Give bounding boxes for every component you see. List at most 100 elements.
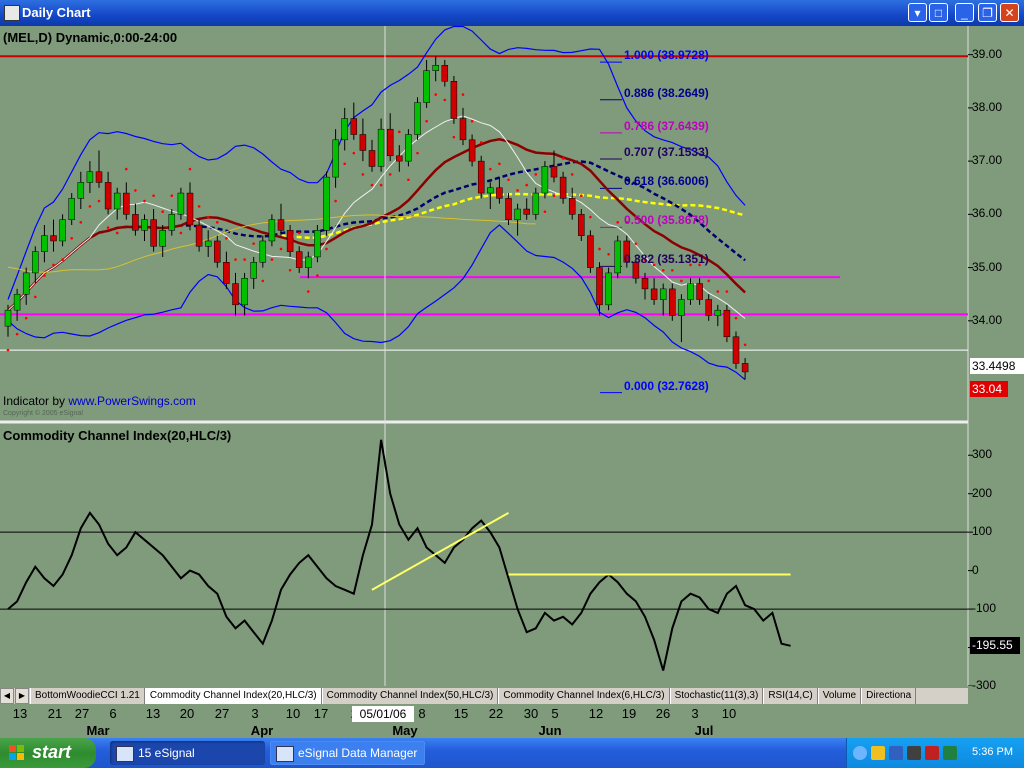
taskbar-item-data-manager[interactable]: eSignal Data Manager	[270, 741, 425, 765]
candle-body[interactable]	[678, 299, 685, 316]
candle-body[interactable]	[195, 224, 203, 247]
candle-body[interactable]	[13, 293, 21, 311]
candle-body[interactable]	[559, 176, 567, 199]
candle-body[interactable]	[177, 192, 185, 215]
candle-body[interactable]	[86, 171, 94, 183]
candle-body[interactable]	[341, 118, 348, 141]
candle-body[interactable]	[641, 277, 649, 290]
candle-body[interactable]	[496, 187, 503, 199]
candle-body[interactable]	[214, 240, 221, 263]
candle-body[interactable]	[596, 267, 603, 306]
candle-body[interactable]	[714, 309, 722, 316]
candle-body[interactable]	[332, 139, 339, 178]
candle-body[interactable]	[259, 240, 267, 263]
candle-body[interactable]	[268, 219, 276, 242]
candle-body[interactable]	[150, 219, 157, 247]
restore-chart-button[interactable]: □	[929, 3, 948, 22]
candle-body[interactable]	[650, 288, 658, 300]
candle-body[interactable]	[414, 102, 421, 135]
candle-body[interactable]	[732, 336, 740, 364]
candle-body[interactable]	[568, 198, 576, 215]
candle-body[interactable]	[386, 128, 394, 157]
candle-body[interactable]	[4, 309, 12, 327]
candle-body[interactable]	[277, 219, 285, 231]
candle-body[interactable]	[523, 208, 530, 215]
candle-body[interactable]	[359, 134, 367, 151]
credit-link[interactable]: www.PowerSwings.com	[68, 394, 195, 408]
candle-body[interactable]	[669, 288, 676, 316]
candle-body[interactable]	[705, 299, 712, 316]
candle-body[interactable]	[141, 219, 148, 231]
candle-body[interactable]	[223, 262, 230, 284]
candle-body[interactable]	[541, 166, 549, 194]
candle-body[interactable]	[468, 139, 476, 162]
close-button[interactable]: ✕	[1000, 3, 1019, 22]
candle-body[interactable]	[323, 176, 330, 231]
candle-body[interactable]	[441, 65, 449, 82]
candle-body[interactable]	[459, 118, 467, 141]
network-icon[interactable]	[889, 746, 903, 760]
candle-body[interactable]	[113, 192, 121, 210]
candle-body[interactable]	[132, 214, 139, 231]
candle-body[interactable]	[95, 171, 103, 183]
candle-body[interactable]	[396, 155, 403, 162]
candle-body[interactable]	[68, 198, 75, 220]
tab-0[interactable]: BottomWoodieCCI 1.21	[30, 688, 145, 704]
minimize-button[interactable]: _	[955, 3, 974, 22]
printer-icon[interactable]	[907, 746, 921, 760]
candle-body[interactable]	[741, 363, 749, 373]
tab-6[interactable]: Volume	[817, 688, 862, 704]
candle-body[interactable]	[350, 118, 358, 135]
candle-body[interactable]	[405, 134, 412, 162]
tray-arrow-icon[interactable]	[853, 746, 867, 760]
candle-body[interactable]	[687, 283, 694, 300]
taskbar-item-esignal[interactable]: 15 eSignal	[110, 741, 265, 765]
candle-body[interactable]	[232, 283, 239, 306]
start-button[interactable]: start	[0, 738, 96, 768]
candle-body[interactable]	[77, 182, 85, 199]
chart-area[interactable]	[0, 25, 1024, 687]
volume-icon[interactable]	[943, 746, 957, 760]
candle-body[interactable]	[241, 277, 248, 306]
candle-body[interactable]	[314, 230, 321, 258]
tab-4[interactable]: Stochastic(11(3),3)	[669, 688, 764, 704]
candle-body[interactable]	[696, 283, 703, 300]
candle-body[interactable]	[477, 160, 485, 194]
candle-body[interactable]	[578, 214, 585, 236]
candle-body[interactable]	[505, 198, 512, 220]
candle-body[interactable]	[204, 240, 212, 247]
candle-body[interactable]	[377, 128, 385, 167]
candle-body[interactable]	[423, 70, 430, 103]
candle-body[interactable]	[159, 230, 166, 247]
tab-scroll-right-button[interactable]: ▶	[15, 688, 29, 704]
candle-body[interactable]	[659, 288, 667, 300]
candle-body[interactable]	[723, 309, 731, 338]
candle-body[interactable]	[186, 192, 194, 226]
candle-body[interactable]	[41, 235, 48, 252]
candle-body[interactable]	[59, 219, 66, 242]
candle-body[interactable]	[32, 251, 39, 274]
candle-body[interactable]	[605, 272, 612, 306]
price-axis[interactable]	[968, 26, 1024, 686]
candle-body[interactable]	[104, 182, 112, 210]
chart-svg[interactable]	[0, 25, 1024, 687]
dropdown-button[interactable]: ▾	[908, 3, 927, 22]
candle-body[interactable]	[614, 240, 621, 274]
tab-2[interactable]: Commodity Channel Index(50,HLC/3)	[321, 688, 499, 704]
tab-scroll-left-button[interactable]: ◀	[0, 688, 14, 704]
candle-body[interactable]	[532, 192, 540, 215]
candle-body[interactable]	[50, 235, 57, 242]
candle-body[interactable]	[250, 262, 257, 279]
tab-5[interactable]: RSI(14,C)	[763, 688, 818, 704]
candle-body[interactable]	[450, 81, 458, 119]
study-tab-bar[interactable]: ◀ ▶ BottomWoodieCCI 1.21 Commodity Channel …	[0, 688, 968, 704]
candle-body[interactable]	[432, 65, 439, 71]
candle-body[interactable]	[305, 256, 312, 268]
candle-body[interactable]	[286, 230, 294, 252]
shield-icon[interactable]	[871, 746, 885, 760]
candle-body[interactable]	[587, 235, 594, 268]
candle-body[interactable]	[123, 192, 130, 215]
candle-body[interactable]	[168, 214, 176, 231]
candle-body[interactable]	[514, 208, 521, 220]
candle-body[interactable]	[550, 166, 558, 178]
